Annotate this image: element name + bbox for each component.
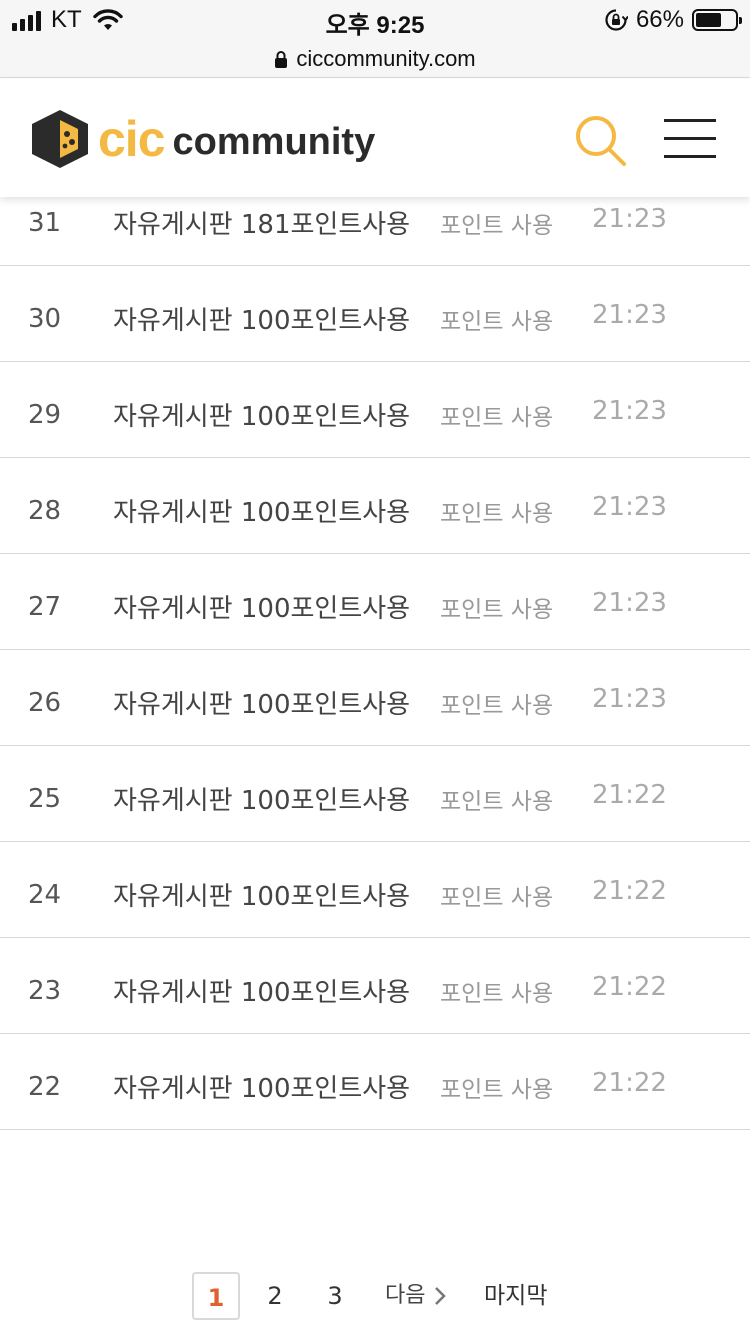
post-title[interactable]: 자유게시판 181포인트사용 (113, 204, 410, 241)
post-category: 포인트 사용 (440, 309, 554, 335)
battery-fill (696, 13, 722, 27)
post-title[interactable]: 자유게시판 100포인트사용 (113, 492, 410, 529)
post-title[interactable]: 자유게시판 100포인트사용 (113, 300, 410, 337)
list-item[interactable]: 25 자유게시판 100포인트사용 포인트 사용 21:22 (0, 746, 750, 842)
battery-percent: 66% (635, 6, 684, 33)
post-category: 포인트 사용 (440, 405, 554, 431)
post-time: 21:23 (592, 492, 667, 522)
post-category: 포인트 사용 (440, 693, 554, 719)
chevron-right-icon (435, 1287, 447, 1305)
post-number: 24 (28, 880, 62, 910)
post-time: 21:23 (592, 204, 667, 234)
list-item[interactable]: 27 자유게시판 100포인트사용 포인트 사용 21:23 (0, 554, 750, 650)
post-time: 21:22 (592, 1068, 667, 1098)
status-right: 66% (604, 6, 742, 34)
post-time: 21:22 (592, 876, 667, 906)
post-time: 21:23 (592, 300, 667, 330)
board-list: 31 자유게시판 181포인트사용 포인트 사용 21:23 30 자유게시판 100포인… (0, 170, 750, 1130)
search-icon[interactable] (574, 114, 628, 168)
hamburger-menu-icon[interactable] (664, 119, 716, 159)
list-item[interactable]: 24 자유게시판 100포인트사용 포인트 사용 21:22 (0, 842, 750, 938)
post-time: 21:23 (592, 396, 667, 426)
list-item[interactable]: 29 자유게시판 100포인트사용 포인트 사용 21:23 (0, 362, 750, 458)
list-item[interactable]: 28 자유게시판 100포인트사용 포인트 사용 21:23 (0, 458, 750, 554)
post-number: 31 (28, 208, 62, 238)
list-item[interactable]: 30 자유게시판 100포인트사용 포인트 사용 21:23 (0, 266, 750, 362)
post-title[interactable]: 자유게시판 100포인트사용 (113, 588, 410, 625)
next-page-label: 다음 (385, 1283, 426, 1308)
logo-cic-text: cic (98, 111, 166, 167)
post-number: 26 (28, 688, 62, 718)
post-number: 27 (28, 592, 62, 622)
page-2-button[interactable]: 2 (258, 1272, 292, 1320)
lock-icon (275, 50, 288, 68)
post-time: 21:23 (592, 588, 667, 618)
last-page-button[interactable]: 마지막 (484, 1272, 547, 1320)
post-title[interactable]: 자유게시판 100포인트사용 (113, 1068, 410, 1105)
post-number: 25 (28, 784, 62, 814)
url-bar[interactable]: ciccommunity.com (0, 40, 750, 78)
post-number: 28 (28, 496, 62, 526)
url-text[interactable]: ciccommunity.com (296, 46, 475, 72)
page-3-button[interactable]: 3 (318, 1272, 352, 1320)
post-title[interactable]: 자유게시판 100포인트사용 (113, 396, 410, 433)
post-category: 포인트 사용 (440, 501, 554, 527)
next-page-button[interactable]: 다음 (385, 1272, 447, 1320)
post-category: 포인트 사용 (440, 1077, 554, 1103)
logo-mark-icon (32, 110, 88, 168)
status-bar: KT 오후 9:25 66% (0, 0, 750, 40)
post-title[interactable]: 자유게시판 100포인트사용 (113, 876, 410, 913)
post-category: 포인트 사용 (440, 597, 554, 623)
list-item[interactable]: 22 자유게시판 100포인트사용 포인트 사용 21:22 (0, 1034, 750, 1130)
pagination: 1 2 3 다음 마지막 (0, 1272, 750, 1322)
post-category: 포인트 사용 (440, 789, 554, 815)
site-header: cic community (0, 79, 750, 197)
battery-icon (692, 9, 742, 31)
post-number: 30 (28, 304, 62, 334)
post-number: 22 (28, 1072, 62, 1102)
page-1-button[interactable]: 1 (192, 1272, 240, 1320)
post-time: 21:22 (592, 972, 667, 1002)
orientation-lock-icon (605, 9, 628, 31)
list-item[interactable]: 26 자유게시판 100포인트사용 포인트 사용 21:23 (0, 650, 750, 746)
post-title[interactable]: 자유게시판 100포인트사용 (113, 780, 410, 817)
post-title[interactable]: 자유게시판 100포인트사용 (113, 684, 410, 721)
site-logo[interactable]: cic community (30, 105, 375, 173)
post-number: 23 (28, 976, 62, 1006)
post-number: 29 (28, 400, 62, 430)
list-item[interactable]: 23 자유게시판 100포인트사용 포인트 사용 21:22 (0, 938, 750, 1034)
post-time: 21:23 (592, 684, 667, 714)
post-category: 포인트 사용 (440, 885, 554, 911)
post-title[interactable]: 자유게시판 100포인트사용 (113, 972, 410, 1009)
post-category: 포인트 사용 (440, 213, 554, 239)
post-time: 21:22 (592, 780, 667, 810)
logo-community-text: community (172, 121, 376, 163)
post-category: 포인트 사용 (440, 981, 554, 1007)
